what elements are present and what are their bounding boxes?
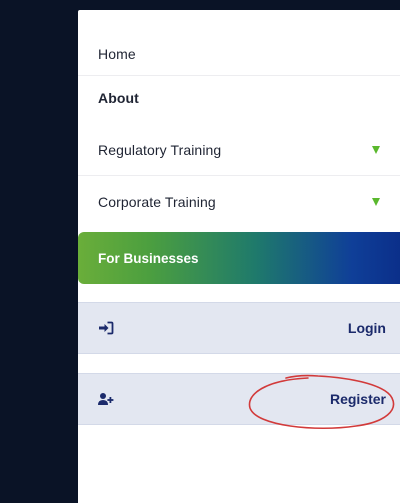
menu-item-about[interactable]: About	[78, 76, 400, 120]
menu-item-regulatory-training-label: Regulatory Training	[98, 141, 222, 158]
register-button[interactable]: Register	[78, 373, 400, 425]
screen: Home About Regulatory Training Corporate…	[0, 0, 400, 503]
register-label: Register	[329, 391, 386, 407]
for-businesses-label: For Businesses	[98, 250, 199, 266]
login-label: Login	[347, 320, 386, 336]
sign-in-icon	[98, 321, 114, 335]
for-businesses-button[interactable]: For Businesses	[78, 232, 400, 284]
user-plus-icon	[98, 392, 114, 406]
chevron-down-icon[interactable]	[372, 198, 380, 206]
menu-item-corporate-training-label: Corporate Training	[98, 194, 216, 210]
menu-item-home[interactable]: Home	[78, 32, 400, 76]
login-button[interactable]: Login	[78, 302, 400, 354]
menu-item-corporate-training[interactable]: Corporate Training	[78, 176, 400, 228]
navigation-menu: Home About Regulatory Training Corporate…	[78, 10, 400, 503]
menu-item-about-label: About	[98, 90, 139, 106]
menu-item-home-label: Home	[98, 45, 136, 62]
chevron-down-icon[interactable]	[372, 145, 380, 154]
dark-backdrop	[0, 0, 78, 503]
menu-item-regulatory-training[interactable]: Regulatory Training	[78, 124, 400, 176]
